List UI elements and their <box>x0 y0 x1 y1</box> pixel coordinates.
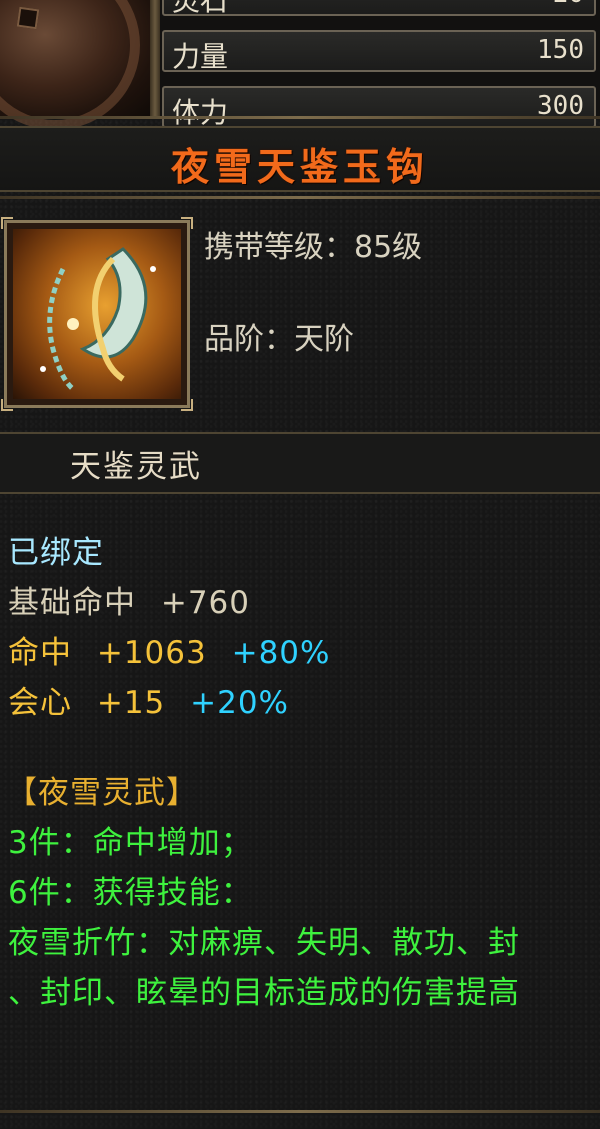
set-category-label: 天鉴灵武 <box>70 449 202 485</box>
panel-divider <box>150 0 160 116</box>
stat-row-stamina: 体力 300 <box>162 86 596 129</box>
item-grade: 品阶：天阶 <box>204 322 354 357</box>
item-icon-frame <box>1 217 193 411</box>
crit-line: 会心 +15 +20% <box>8 677 289 722</box>
crit-value: +15 <box>96 685 166 721</box>
base-hit-value: +760 <box>160 585 251 621</box>
set-bonus-3: 3件：命中增加； <box>8 825 253 861</box>
hit-label: 命中 <box>8 635 72 671</box>
set-bonus-6: 6件：获得技能： <box>8 875 253 911</box>
stat-label: 体力 <box>172 96 229 129</box>
divider <box>0 1110 600 1113</box>
stat-row-strength: 力量 150 <box>162 30 596 73</box>
base-hit-line: 基础命中 +760 <box>8 577 250 622</box>
portrait-knob-ornament <box>16 6 40 30</box>
hit-line: 命中 +1063 +80% <box>8 627 330 672</box>
stat-label: 灵石 <box>172 0 229 17</box>
stat-label: 力量 <box>172 40 229 73</box>
stat-row-spirit: 灵石 20 <box>162 0 596 17</box>
character-portrait <box>0 0 153 130</box>
item-name: 夜雪天鉴玉钩 <box>170 145 429 189</box>
character-panel-fragment: 灵石 20 力量 150 体力 300 <box>0 0 600 130</box>
stat-value: 150 <box>537 35 584 65</box>
divider <box>0 116 600 119</box>
jade-hook-weapon-icon <box>13 229 181 399</box>
bound-status: 已绑定 <box>8 535 104 571</box>
hit-bonus: +80% <box>231 635 331 671</box>
base-hit-label: 基础命中 <box>8 585 136 621</box>
divider <box>0 196 600 199</box>
set-skill-line-2: 、封印、眩晕的目标造成的伤害提高 <box>8 975 520 1011</box>
hit-value: +1063 <box>96 635 207 671</box>
set-title: 【夜雪灵武】 <box>6 775 198 811</box>
crit-label: 会心 <box>8 685 72 721</box>
crit-bonus: +20% <box>190 685 290 721</box>
stat-value: 20 <box>553 0 584 9</box>
set-skill-line-1: 夜雪折竹：对麻痹、失明、散功、封 <box>8 925 520 961</box>
carry-level: 携带等级：85级 <box>204 230 423 265</box>
